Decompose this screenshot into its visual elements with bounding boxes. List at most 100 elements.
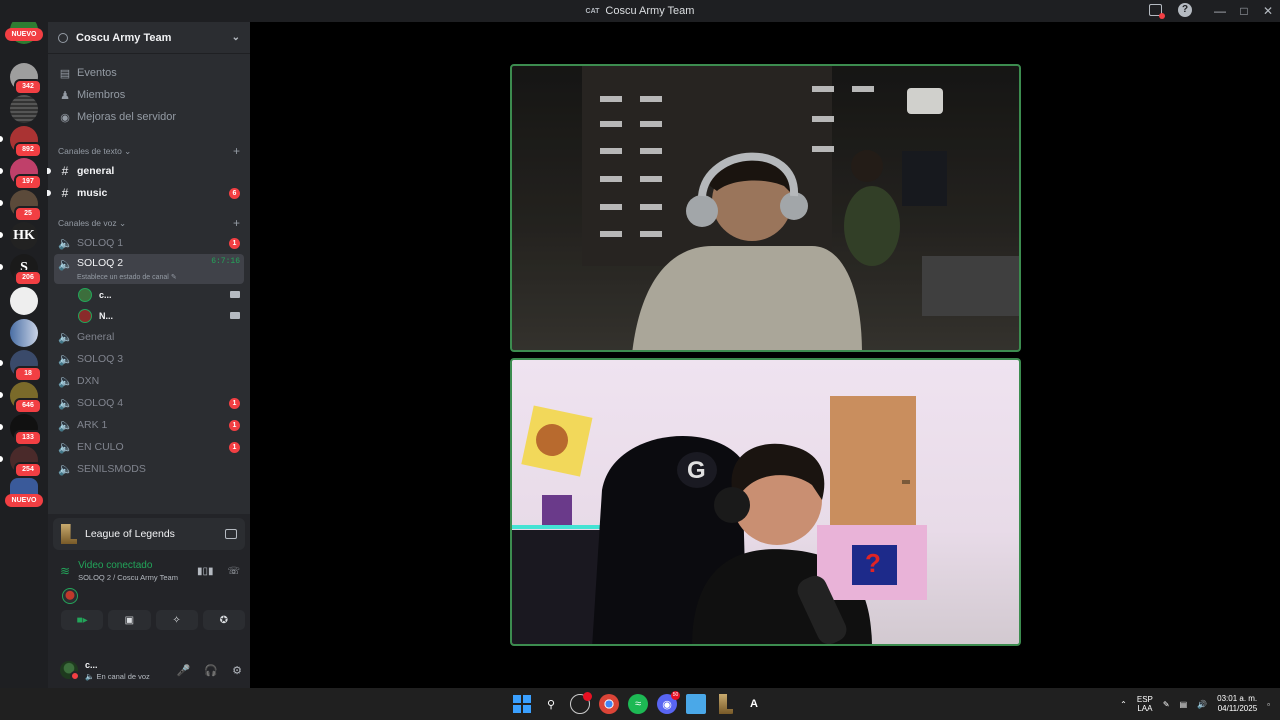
category-label: Canales de texto <box>58 146 122 156</box>
channel-name: General <box>77 331 115 343</box>
avatar[interactable] <box>60 661 80 681</box>
voice-user[interactable]: N... <box>48 305 250 326</box>
channel-general[interactable]: # general <box>47 160 244 182</box>
voice-user[interactable]: c... <box>48 284 250 305</box>
chrome-icon[interactable] <box>599 694 619 714</box>
riot-app-icon[interactable]: A <box>744 694 764 714</box>
search-icon[interactable]: ⚲ <box>541 694 561 714</box>
channel-status[interactable]: Establece un estado de canal ✎ <box>58 273 240 281</box>
speaker-icon: 🔈 <box>58 374 73 388</box>
minimize-button[interactable]: — <box>1208 4 1232 18</box>
calendar-icon: ▤ <box>59 67 71 80</box>
new-badge: NUEVO <box>5 28 43 41</box>
speaker-icon: 🔈 <box>58 257 73 271</box>
server-icon[interactable]: 18 <box>10 350 42 382</box>
clock[interactable]: 03:01 a. m. 04/11/2025 <box>1217 694 1257 714</box>
speaker-icon: 🔈 <box>58 440 73 454</box>
category-label: Canales de voz <box>58 218 117 228</box>
voice-channel-soloq-4[interactable]: 🔈 SOLOQ 4 1 <box>54 392 244 414</box>
screen-share-button[interactable]: ▣ <box>108 610 151 630</box>
voice-channel-dxn[interactable]: 🔈 DXN <box>54 370 244 392</box>
connection-location[interactable]: SOLOQ 2 / Coscu Army Team <box>78 573 178 582</box>
server-initials: HK <box>13 228 35 243</box>
mention-badge: 646 <box>14 398 42 414</box>
svg-text:G: G <box>687 457 706 484</box>
camera-button[interactable]: ■▸ <box>61 610 104 630</box>
activity-card[interactable]: League of Legends <box>53 518 245 550</box>
network-icon[interactable]: ▤ <box>1180 700 1188 709</box>
activity-title: League of Legends <box>85 528 175 540</box>
window-title: Coscu Army Team <box>605 5 695 17</box>
notifications-icon[interactable]: ▫ <box>1267 700 1270 709</box>
add-channel-icon[interactable]: + <box>233 144 240 158</box>
server-icon[interactable]: S 206 <box>10 254 42 286</box>
notepad-icon[interactable] <box>686 694 706 714</box>
server-icon[interactable]: 342 <box>10 63 42 95</box>
discord-icon[interactable]: ◉ 50 <box>657 691 680 714</box>
signal-icon[interactable]: ≋ <box>60 564 70 578</box>
new-badge: NUEVO <box>5 494 43 507</box>
headphones-icon[interactable]: 🎧 <box>204 664 218 677</box>
chevron-down-icon: ⌄ <box>231 32 240 43</box>
server-icon[interactable] <box>10 319 38 347</box>
server-icon[interactable]: 197 <box>10 158 42 190</box>
channel-name: SENILSMODS <box>77 463 146 475</box>
nav-events[interactable]: ▤ Eventos <box>48 62 250 84</box>
chevron-up-icon[interactable]: ⌃ <box>1120 700 1127 709</box>
server-icon[interactable]: 254 <box>10 446 42 478</box>
inbox-icon[interactable] <box>1149 4 1165 19</box>
channel-name: SOLOQ 2 <box>77 257 124 269</box>
speaker-icon: 🔈 <box>58 352 73 366</box>
volume-icon[interactable]: 🔊 <box>1197 700 1207 709</box>
noise-suppression-icon[interactable]: ▮▯▮ <box>197 566 214 577</box>
participant-avatar[interactable] <box>62 588 78 604</box>
video-tile[interactable]: G ? <box>510 358 1021 646</box>
voice-user-name: c... <box>99 289 112 300</box>
microphone-icon[interactable]: 🎤 <box>177 664 191 677</box>
spotify-icon[interactable]: ≈ <box>628 694 648 714</box>
voice-channel-soloq-3[interactable]: 🔈 SOLOQ 3 <box>54 348 244 370</box>
activities-button[interactable]: ✧ <box>155 610 198 630</box>
nav-label: Miembros <box>77 89 126 101</box>
voice-channel-en-culo[interactable]: 🔈 EN CULO 1 <box>54 436 244 458</box>
soundboard-button[interactable]: ✪ <box>202 610 245 630</box>
chrome-alt-icon[interactable] <box>570 692 592 714</box>
nav-members[interactable]: ♟ Miembros <box>48 84 250 106</box>
pen-icon[interactable]: ✎ <box>1163 700 1170 709</box>
server-icon[interactable]: 646 <box>10 382 42 414</box>
voice-channel-general[interactable]: 🔈 General <box>54 326 244 348</box>
guild-header[interactable]: Coscu Army Team ⌄ <box>48 22 250 54</box>
help-icon[interactable]: ? <box>1178 3 1192 17</box>
video-tile[interactable] <box>510 64 1021 352</box>
nav-server-boosts[interactable]: ◉ Mejoras del servidor <box>48 106 250 128</box>
server-icon[interactable]: 133 <box>10 414 42 446</box>
category-voice[interactable]: Canales de voz ⌄ + <box>48 214 250 232</box>
channel-name: general <box>77 165 115 177</box>
boost-icon: ◉ <box>60 111 70 124</box>
close-button[interactable]: ✕ <box>1256 4 1280 18</box>
server-icon[interactable] <box>10 287 38 315</box>
league-client-icon[interactable] <box>719 694 733 714</box>
voice-channel-soloq-1[interactable]: 🔈 SOLOQ 1 1 <box>54 232 244 254</box>
voice-channel-ark-1[interactable]: 🔈 ARK 1 1 <box>54 414 244 436</box>
mention-count: 1 <box>229 441 240 453</box>
language-indicator[interactable]: ESP LAA <box>1137 695 1153 713</box>
call-timer: 6:7:16 <box>211 257 240 266</box>
maximize-button[interactable]: □ <box>1232 4 1256 18</box>
server-icon[interactable]: HK <box>10 222 38 250</box>
add-channel-icon[interactable]: + <box>233 216 240 230</box>
voice-channel-senilsmods[interactable]: 🔈 SENILSMODS <box>54 458 244 480</box>
start-button[interactable] <box>512 694 532 714</box>
screen-share-icon[interactable] <box>225 529 237 539</box>
server-icon[interactable] <box>10 95 38 123</box>
server-icon[interactable]: 25 <box>10 190 42 222</box>
category-text[interactable]: Canales de texto ⌄ + <box>48 142 250 160</box>
gear-icon[interactable]: ⚙ <box>232 664 242 677</box>
camera-icon <box>230 291 240 298</box>
video-feed-image <box>512 66 1019 350</box>
server-icon[interactable]: 892 <box>10 126 42 158</box>
voice-channel-soloq-2[interactable]: 🔈 SOLOQ 2 6:7:16 Establece un estado de can… <box>54 254 244 284</box>
disconnect-icon[interactable]: ☏ <box>227 566 240 577</box>
channel-music[interactable]: # music 6 <box>47 182 244 204</box>
mention-badge: 25 <box>14 206 42 222</box>
